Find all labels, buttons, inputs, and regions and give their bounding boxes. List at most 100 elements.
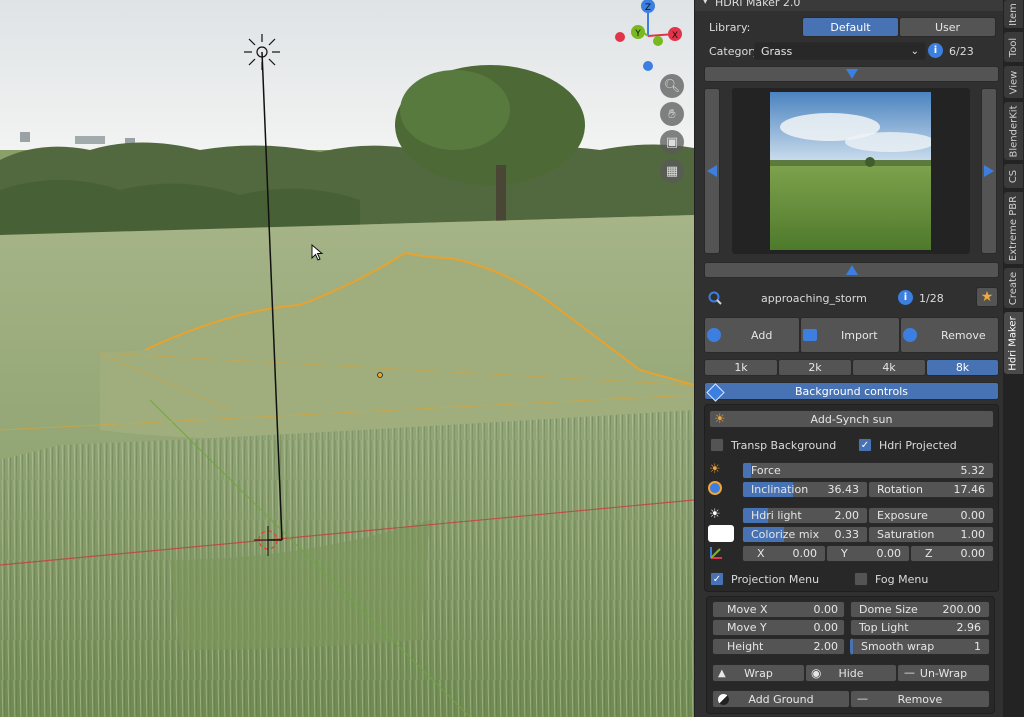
move-x-label: Move X xyxy=(727,603,768,616)
tab-tool[interactable]: Tool xyxy=(1004,32,1023,62)
hdri-projected-checkbox[interactable]: ✓ Hdri Projected xyxy=(858,438,957,452)
height-label: Height xyxy=(727,640,764,653)
resolution-1k[interactable]: 1k xyxy=(704,359,778,376)
add-synch-sun-button[interactable]: ☀ Add-Synch sun xyxy=(709,410,994,428)
add-hdri-button[interactable]: Add xyxy=(704,317,800,353)
move-y-field[interactable]: Move Y 0.00 xyxy=(712,619,845,636)
tab-hdri-maker[interactable]: Hdri Maker xyxy=(1004,312,1023,374)
x-field[interactable]: X 0.00 xyxy=(742,545,826,562)
hide-button[interactable]: ◉ Hide xyxy=(805,664,897,682)
exposure-value: 0.00 xyxy=(960,509,986,522)
rotation-field[interactable]: Rotation 17.46 xyxy=(868,481,994,498)
library-label: Library: xyxy=(709,21,751,34)
tab-create-label: Create xyxy=(1008,271,1020,305)
transp-background-checkbox[interactable]: Transp Background xyxy=(710,438,836,452)
sun-strength-icon: ☀ xyxy=(709,462,721,477)
grid-perspective-icon[interactable]: ▦ xyxy=(660,159,684,183)
exposure-field[interactable]: Exposure 0.00 xyxy=(868,507,994,524)
force-slider[interactable]: Force 5.32 xyxy=(742,462,994,479)
add-synch-sun-label: Add-Synch sun xyxy=(810,412,893,426)
top-light-label: Top Light xyxy=(859,621,909,634)
3d-viewport[interactable]: Z Y X 🔍︎ ✋︎ ▣ ▦ xyxy=(0,0,694,717)
tab-view[interactable]: View xyxy=(1004,66,1023,98)
force-value: 5.32 xyxy=(960,464,986,477)
resolution-8k[interactable]: 8k xyxy=(926,359,999,376)
add-ground-button[interactable]: Add Ground xyxy=(712,690,850,708)
move-x-field[interactable]: Move X 0.00 xyxy=(712,601,845,618)
favorite-button[interactable]: ★ xyxy=(976,287,998,307)
z-field[interactable]: Z 0.00 xyxy=(910,545,994,562)
import-label: Import xyxy=(841,328,878,342)
force-fill xyxy=(743,463,751,478)
top-light-field[interactable]: Top Light 2.96 xyxy=(850,619,990,636)
inclination-slider[interactable]: Inclination 36.43 xyxy=(742,481,868,498)
background-controls-label: Background controls xyxy=(795,384,908,398)
arrow-down-icon xyxy=(845,265,858,275)
preview-down-button[interactable] xyxy=(704,262,999,278)
tab-create[interactable]: Create xyxy=(1004,268,1023,308)
hdri-light-value: 2.00 xyxy=(834,509,860,522)
color-swatch[interactable] xyxy=(708,525,734,542)
import-icon xyxy=(803,329,817,341)
colorize-mix-slider[interactable]: Colorize mix 0.33 xyxy=(742,526,868,543)
smooth-wrap-field[interactable]: Smooth wrap 1 xyxy=(850,638,990,655)
import-hdri-button[interactable]: Import xyxy=(800,317,900,353)
dome-size-field[interactable]: Dome Size 200.00 xyxy=(850,601,990,618)
hdri-maker-panel: ▾ HDRi Maker 2.0 Library: Default User C… xyxy=(694,0,1004,717)
checkmark-icon: ✓ xyxy=(858,438,872,452)
tab-item-label: Item xyxy=(1008,2,1020,26)
projection-menu-label: Projection Menu xyxy=(731,572,820,586)
resolution-2k[interactable]: 2k xyxy=(778,359,852,376)
arrow-left-icon xyxy=(707,165,717,177)
panel-title: HDRi Maker 2.0 xyxy=(715,0,801,9)
search-icon[interactable] xyxy=(704,288,726,308)
un-wrap-button[interactable]: — Un-Wrap xyxy=(897,664,990,682)
y-label: Y xyxy=(841,547,848,560)
hdri-info-icon[interactable]: i xyxy=(898,290,913,305)
remove-ground-button[interactable]: — Remove xyxy=(850,690,990,708)
gizmo-x-label: X xyxy=(672,31,678,41)
projection-menu-checkbox[interactable]: ✓ Projection Menu xyxy=(710,572,819,586)
panel-header[interactable]: ▾ HDRi Maker 2.0 xyxy=(695,0,1004,11)
wrap-button[interactable]: ▲ Wrap xyxy=(712,664,805,682)
tab-extreme-pbr-label: Extreme PBR xyxy=(1008,195,1019,261)
checkbox-icon xyxy=(854,572,868,586)
library-user-tab[interactable]: User xyxy=(899,17,996,37)
category-dropdown[interactable]: Grass ⌄ xyxy=(754,42,926,60)
add-icon xyxy=(707,328,721,342)
tab-blenderkit[interactable]: BlenderKit xyxy=(1004,102,1023,160)
arrow-up-icon xyxy=(845,69,858,79)
info-icon[interactable]: i xyxy=(928,43,943,58)
camera-icon[interactable]: ▣ xyxy=(660,130,684,154)
collapse-arrow-icon[interactable]: ▾ xyxy=(703,0,708,8)
resolution-4k[interactable]: 4k xyxy=(852,359,926,376)
navigation-gizmo[interactable]: Z Y X xyxy=(606,0,692,76)
hdri-count: 1/28 xyxy=(919,292,944,305)
hdri-preview-thumbnail[interactable] xyxy=(770,92,931,250)
tab-blenderkit-label: BlenderKit xyxy=(1008,105,1019,157)
hdri-light-slider[interactable]: Hdri light 2.00 xyxy=(742,507,868,524)
rotation-value: 17.46 xyxy=(953,483,986,496)
tab-cs-label: CS xyxy=(1008,169,1019,183)
background-controls-button[interactable]: Background controls xyxy=(704,382,999,402)
hdri-projected-label: Hdri Projected xyxy=(879,438,957,452)
library-default-tab[interactable]: Default xyxy=(802,17,899,37)
tab-cs[interactable]: CS xyxy=(1004,164,1023,188)
preview-next-button[interactable] xyxy=(981,88,997,254)
z-value: 0.00 xyxy=(960,547,986,560)
zoom-icon[interactable]: 🔍︎ xyxy=(660,74,684,98)
remove-hdri-button[interactable]: Remove xyxy=(900,317,999,353)
tab-extreme-pbr[interactable]: Extreme PBR xyxy=(1004,192,1023,264)
top-light-value: 2.96 xyxy=(956,621,982,634)
y-field[interactable]: Y 0.00 xyxy=(826,545,910,562)
un-wrap-label: Un-Wrap xyxy=(919,666,968,680)
preview-prev-button[interactable] xyxy=(704,88,720,254)
smooth-wrap-label: Smooth wrap xyxy=(861,640,935,653)
fog-menu-checkbox[interactable]: Fog Menu xyxy=(854,572,928,586)
height-field[interactable]: Height 2.00 xyxy=(712,638,845,655)
tab-item[interactable]: Item xyxy=(1004,0,1023,28)
y-value: 0.00 xyxy=(876,547,902,560)
hand-pan-icon[interactable]: ✋︎ xyxy=(660,102,684,126)
preview-up-button[interactable] xyxy=(704,66,999,82)
saturation-field[interactable]: Saturation 1.00 xyxy=(868,526,994,543)
